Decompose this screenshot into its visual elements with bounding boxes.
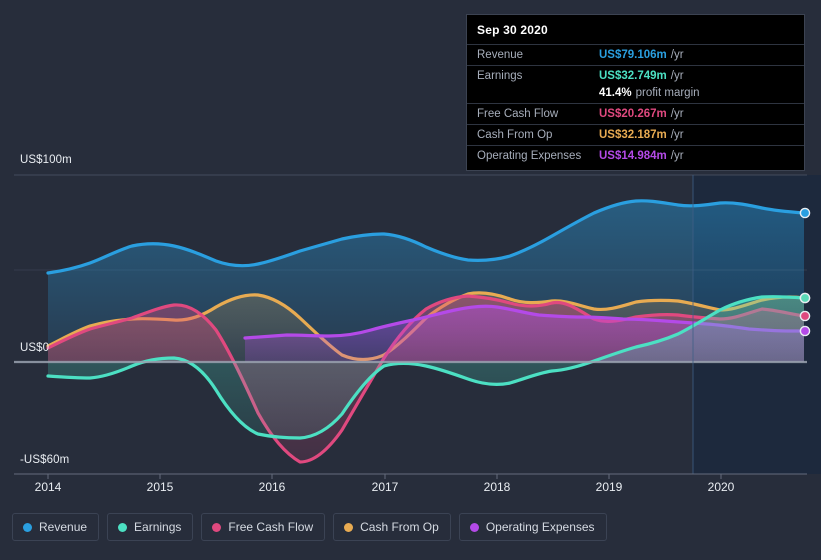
x-axis-tick-2020: 2020: [707, 480, 735, 494]
tooltip-value-earnings: US$32.749m: [599, 70, 667, 82]
tooltip-label-earnings: Earnings: [477, 70, 523, 82]
tooltip-unit-revenue: /yr: [670, 49, 684, 61]
tooltip-row-revenue: Revenue US$79.106m /yr: [467, 44, 804, 65]
endpoint-operating-expenses: [799, 325, 811, 337]
tooltip-row-free-cash-flow: Free Cash Flow US$20.267m /yr: [467, 103, 804, 124]
legend-label-cash-from-op: Cash From Op: [360, 520, 439, 534]
tooltip-row-operating-expenses: Operating Expenses US$14.984m /yr: [467, 145, 804, 166]
tooltip-row-earnings: Earnings US$32.749m /yr: [467, 65, 804, 86]
tooltip-row-cash-from-op: Cash From Op US$32.187m /yr: [467, 124, 804, 145]
endpoint-free-cash-flow: [799, 310, 811, 322]
earnings-color-dot-icon: [118, 522, 128, 532]
tooltip-label-operating-expenses: Operating Expenses: [477, 150, 582, 162]
series-group: [46, 199, 806, 464]
legend-item-revenue[interactable]: Revenue: [12, 513, 100, 541]
legend-label-operating-expenses: Operating Expenses: [485, 520, 595, 534]
tooltip-value-operating-expenses: US$14.984m: [599, 150, 667, 162]
legend-label-free-cash-flow: Free Cash Flow: [228, 520, 314, 534]
legend-label-revenue: Revenue: [39, 520, 88, 534]
legend-label-earnings: Earnings: [134, 520, 182, 534]
tooltip-value-cash-from-op: US$32.187m: [599, 129, 667, 141]
tooltip-unit-free-cash-flow: /yr: [670, 108, 684, 120]
chart-legend: Revenue Earnings Free Cash Flow Cash Fro…: [12, 513, 607, 541]
x-axis-tick-2017: 2017: [371, 480, 399, 494]
revenue-color-dot-icon: [23, 522, 32, 532]
x-axis-tick-2018: 2018: [483, 480, 511, 494]
x-axis-tick-2015: 2015: [146, 480, 174, 494]
x-axis-tick-2016: 2016: [258, 480, 286, 494]
endpoint-revenue: [799, 207, 811, 219]
free-cash-flow-color-dot-icon: [212, 522, 222, 532]
legend-item-earnings[interactable]: Earnings: [107, 513, 194, 541]
endpoint-earnings: [799, 292, 811, 304]
legend-item-cash-from-op[interactable]: Cash From Op: [333, 513, 451, 541]
tooltip-unit-cash-from-op: /yr: [670, 129, 684, 141]
chart-tooltip: Sep 30 2020 Revenue US$79.106m /yr Earni…: [466, 14, 805, 171]
legend-item-operating-expenses[interactable]: Operating Expenses: [458, 513, 607, 541]
tooltip-value-revenue: US$79.106m: [599, 49, 667, 61]
tooltip-row-profit-margin: 41.4% profit margin: [467, 86, 804, 103]
x-axis-tick-2019: 2019: [595, 480, 623, 494]
tooltip-unit-operating-expenses: /yr: [670, 150, 684, 162]
tooltip-label-cash-from-op: Cash From Op: [477, 129, 553, 141]
tooltip-label-revenue: Revenue: [477, 49, 524, 61]
legend-item-free-cash-flow[interactable]: Free Cash Flow: [201, 513, 326, 541]
tooltip-value-profit-margin: 41.4%: [599, 87, 632, 99]
operating-expenses-color-dot-icon: [469, 522, 479, 532]
tooltip-unit-earnings: /yr: [670, 70, 684, 82]
cash-from-op-color-dot-icon: [344, 522, 354, 532]
tooltip-label-profit-margin: profit margin: [635, 87, 700, 99]
x-axis-tick-2014: 2014: [34, 480, 62, 494]
chart-page: US$100m US$0 -US$60m 2014 2015 2016 2017…: [0, 0, 821, 560]
x-axis-tick-marks: [47, 474, 722, 479]
tooltip-label-free-cash-flow: Free Cash Flow: [477, 108, 559, 120]
tooltip-date: Sep 30 2020: [477, 23, 548, 37]
tooltip-value-free-cash-flow: US$20.267m: [599, 108, 667, 120]
